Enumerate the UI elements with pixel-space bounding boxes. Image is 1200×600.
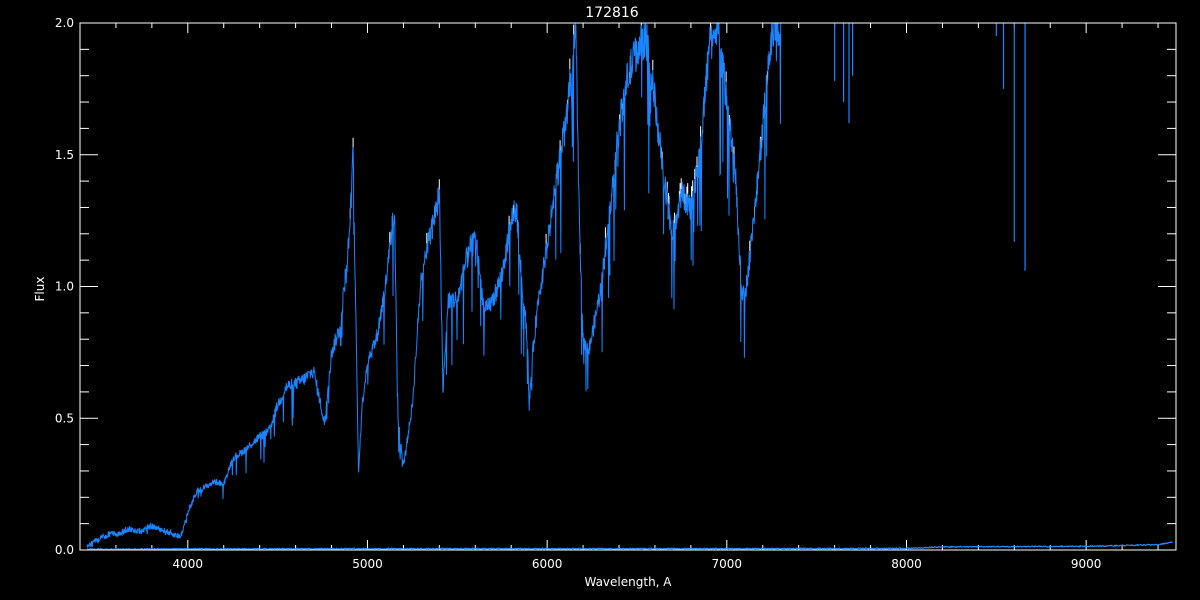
y-tick-label: 1.0: [55, 280, 74, 294]
x-tick-label: 5000: [352, 557, 383, 571]
x-axis-label: Wavelength, A: [584, 575, 672, 589]
y-tick-label: 0.5: [55, 411, 74, 425]
spectrum-chart: 172816 4000 5000 6000 7000 8000 9000 0.0 0.5 1.0…: [0, 0, 1200, 600]
y-tick-label: 1.5: [55, 148, 74, 162]
y-axis-label: Flux: [33, 277, 47, 302]
x-tick-label: 8000: [891, 557, 922, 571]
x-tick-label: 4000: [173, 557, 204, 571]
x-tick-label: 9000: [1071, 557, 1102, 571]
y-tick-label: 2.0: [55, 16, 74, 30]
x-tick-label: 7000: [712, 557, 743, 571]
chart-title: 172816: [585, 5, 639, 21]
x-tick-label: 6000: [532, 557, 563, 571]
y-tick-label: 0.0: [55, 543, 74, 557]
